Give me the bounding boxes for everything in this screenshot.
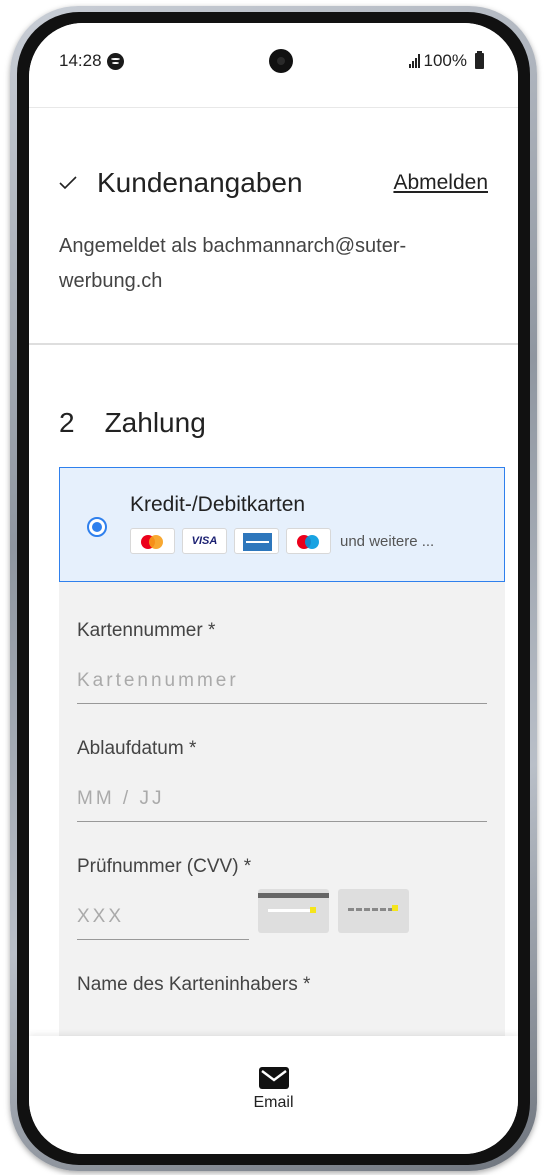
cvv-front-card-icon: [338, 889, 409, 933]
payment-section-number: 2: [59, 407, 75, 438]
cvv-back-card-icon: [258, 889, 329, 933]
expiry-label: Ablaufdatum *: [77, 738, 197, 759]
section-divider: [29, 343, 518, 345]
battery-icon: [475, 51, 484, 69]
signal-icon: [408, 54, 420, 68]
visa-icon: VISA: [182, 528, 227, 554]
card-payment-label: Kredit-/Debitkarten: [130, 493, 306, 516]
logout-link[interactable]: Abmelden: [393, 171, 488, 195]
status-time: 14:28: [59, 51, 124, 71]
customer-section-header: Kundenangaben: [59, 167, 303, 199]
envelope-icon: [258, 1067, 289, 1089]
card-number-label: Kartennummer *: [77, 620, 216, 641]
check-icon: [59, 176, 77, 190]
battery-percent: 100%: [423, 51, 467, 70]
phone-bezel: 14:28 100% Kundenangaben Abmelden Angeme…: [17, 12, 530, 1165]
maestro-icon: [286, 528, 331, 554]
payment-section-title: Zahlung: [104, 407, 206, 438]
expiry-input[interactable]: MM / JJ: [77, 788, 487, 822]
card-payment-option[interactable]: Kredit-/Debitkarten VISA und weitere ...: [59, 467, 505, 582]
status-bar: 14:28 100%: [29, 23, 518, 107]
bottom-action-bar: Email: [29, 1036, 518, 1154]
logged-in-text: Angemeldet als bachmannarch@suter-werbun…: [59, 235, 407, 292]
front-camera: [269, 49, 293, 73]
time-text: 14:28: [59, 51, 102, 70]
screen: 14:28 100% Kundenangaben Abmelden Angeme…: [29, 23, 518, 1154]
customer-section-title: Kundenangaben: [97, 167, 303, 198]
payment-radio-selected[interactable]: [87, 517, 107, 537]
phone-frame: 14:28 100% Kundenangaben Abmelden Angeme…: [10, 6, 537, 1171]
email-label: Email: [253, 1094, 294, 1111]
more-cards-text: und weitere ...: [340, 532, 435, 550]
checkout-content: Kundenangaben Abmelden Angemeldet als ba…: [29, 107, 518, 1154]
card-form: Kartennummer * Kartennummer Ablaufdatum …: [59, 582, 505, 1102]
mastercard-icon: [130, 528, 175, 554]
email-button[interactable]: Email: [234, 1066, 314, 1112]
payment-section-header: 2 Zahlung: [59, 407, 206, 439]
amex-icon: [234, 528, 279, 554]
card-logos: VISA und weitere ...: [130, 528, 434, 554]
status-right: 100%: [408, 51, 484, 71]
spotify-icon: [106, 52, 124, 70]
card-number-input[interactable]: Kartennummer: [77, 670, 487, 704]
cardholder-label: Name des Karteninhabers *: [77, 974, 311, 995]
cvv-input[interactable]: XXX: [77, 906, 249, 940]
cvv-label: Prüfnummer (CVV) *: [77, 856, 252, 877]
